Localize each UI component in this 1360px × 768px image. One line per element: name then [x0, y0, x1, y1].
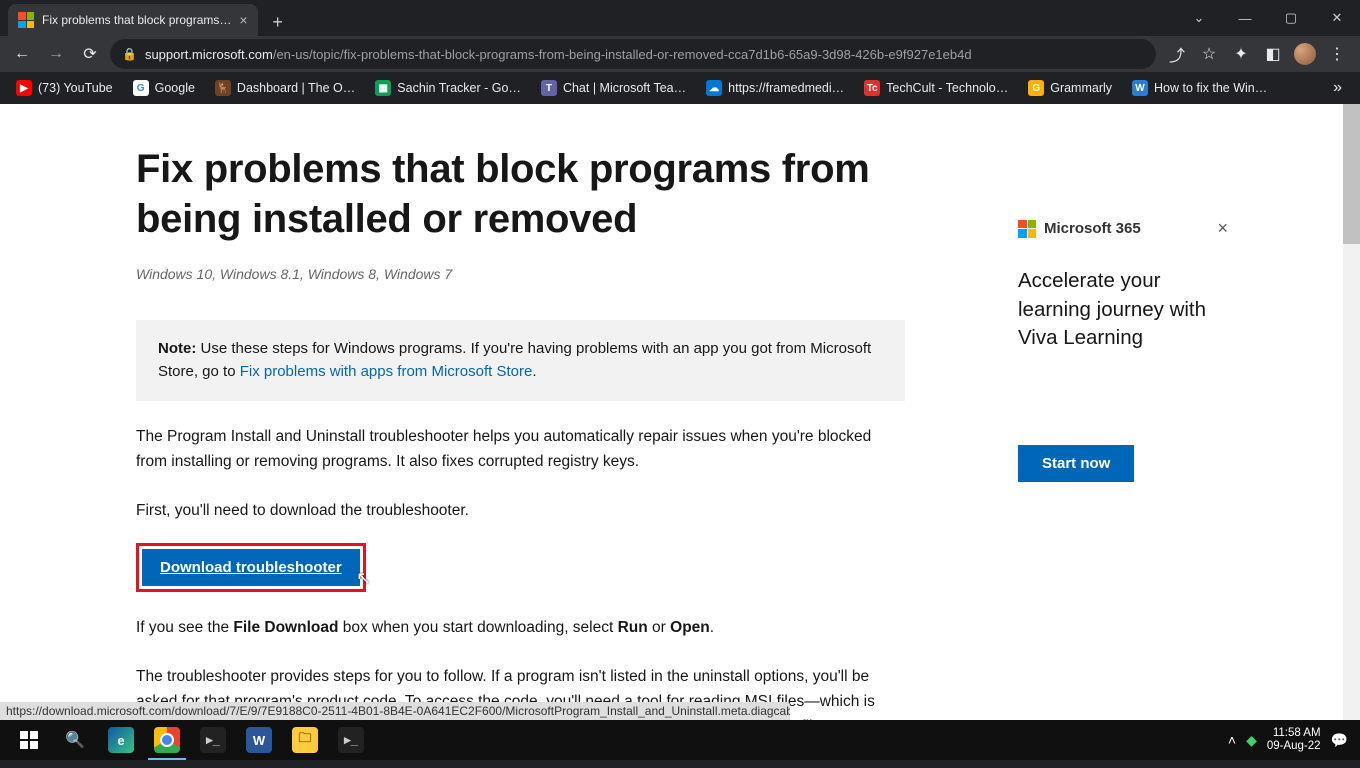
applies-to: Windows 10, Windows 8.1, Windows 8, Wind… [136, 266, 905, 282]
scrollbar-thumb[interactable] [1343, 104, 1360, 244]
extensions-icon[interactable]: ✦ [1226, 39, 1256, 69]
bookmark-item[interactable]: ▦ Sachin Tracker - Go… [367, 76, 529, 100]
edge-icon[interactable]: e [98, 720, 144, 760]
link-status: https://download.microsoft.com/download/… [0, 702, 790, 720]
bookmark-favicon: ▶ [16, 80, 32, 96]
paragraph-3: If you see the File Download box when yo… [136, 616, 905, 641]
sidepanel-icon[interactable]: ◧ [1258, 39, 1288, 69]
note-label: Note: [158, 340, 196, 357]
close-icon[interactable]: × [239, 12, 247, 28]
browser-chrome: Fix problems that block programs… × + ⌄ … [0, 0, 1360, 104]
ms-logo-icon [1018, 220, 1036, 238]
back-button[interactable]: ← [8, 40, 36, 68]
vertical-scrollbar[interactable] [1343, 104, 1360, 720]
tray-chevron-icon[interactable]: ˄ [1228, 732, 1236, 748]
tab-strip: Fix problems that block programs… × + ⌄ … [0, 0, 1360, 36]
ms-favicon [18, 12, 34, 28]
minimize-button[interactable]: — [1222, 0, 1268, 36]
bookmark-label: How to fix the Win… [1154, 81, 1267, 95]
download-button-highlight: Download troubleshooter [136, 543, 366, 592]
page-title: Fix problems that block programs from be… [136, 144, 905, 244]
clock-time: 11:58 AM [1267, 727, 1321, 740]
clock[interactable]: 11:58 AM 09-Aug-22 [1267, 727, 1321, 753]
article: Fix problems that block programs from be… [0, 104, 905, 720]
profile-avatar[interactable] [1290, 39, 1320, 69]
bookmark-favicon: G [133, 80, 149, 96]
note-link[interactable]: Fix problems with apps from Microsoft St… [240, 363, 533, 380]
tray-app-icon[interactable]: ◆ [1246, 732, 1257, 749]
notifications-icon[interactable]: 💬 [1331, 732, 1348, 749]
bookmark-star-icon[interactable]: ☆ [1194, 39, 1224, 69]
system-tray: ˄ ◆ 11:58 AM 09-Aug-22 💬 [1228, 727, 1354, 753]
bookmark-favicon: W [1132, 80, 1148, 96]
toolbar-icons: ⤴ ☆ ✦ ◧ ⋮ [1162, 39, 1352, 69]
ms365-label: Microsoft 365 [1044, 220, 1141, 237]
tab-active[interactable]: Fix problems that block programs… × [8, 4, 258, 36]
terminal-icon-1[interactable]: ▸_ [190, 720, 236, 760]
bookmark-label: Dashboard | The O… [237, 81, 355, 95]
tab-search-icon[interactable]: ⌄ [1176, 0, 1222, 36]
bookmark-label: Sachin Tracker - Go… [397, 81, 521, 95]
menu-icon[interactable]: ⋮ [1322, 39, 1352, 69]
taskbar: 🔍 e ▸_ W 🗀 ▸_ ˄ ◆ 11:58 AM 09-Aug-22 💬 [0, 720, 1360, 760]
paragraph-2: First, you'll need to download the troub… [136, 499, 905, 524]
paragraph-1: The Program Install and Uninstall troubl… [136, 425, 905, 475]
download-troubleshooter-button[interactable]: Download troubleshooter [142, 549, 360, 586]
forward-button[interactable]: → [42, 40, 70, 68]
bookmark-favicon: G [1028, 80, 1044, 96]
toolbar: ← → ⟳ 🔒 support.microsoft.com/en-us/topi… [0, 36, 1360, 72]
terminal-icon-2[interactable]: ▸_ [328, 720, 374, 760]
new-tab-button[interactable]: + [264, 8, 292, 36]
close-window-button[interactable]: ✕ [1314, 0, 1360, 36]
bookmark-label: https://framedmedi… [728, 81, 844, 95]
maximize-button[interactable]: ▢ [1268, 0, 1314, 36]
promo-card: Microsoft 365 × Accelerate your learning… [1018, 218, 1228, 482]
url-text: support.microsoft.com/en-us/topic/fix-pr… [145, 47, 972, 62]
start-now-button[interactable]: Start now [1018, 445, 1134, 482]
bookmark-item[interactable]: ▶ (73) YouTube [8, 76, 121, 100]
bookmark-label: (73) YouTube [38, 81, 113, 95]
clock-date: 09-Aug-22 [1267, 740, 1321, 753]
search-button[interactable]: 🔍 [52, 720, 98, 760]
bookmark-label: Google [155, 81, 195, 95]
window-controls: ⌄ — ▢ ✕ [1176, 0, 1360, 36]
bookmark-item[interactable]: ☁ https://framedmedi… [698, 76, 852, 100]
bookmarks-bar: ▶ (73) YouTube G Google 🦌 Dashboard | The O… ▦… [0, 72, 1360, 104]
bookmark-favicon: T [541, 80, 557, 96]
bookmark-label: Chat | Microsoft Tea… [563, 81, 686, 95]
bookmark-item[interactable]: 🦌 Dashboard | The O… [207, 76, 363, 100]
bookmark-favicon: ☁ [706, 80, 722, 96]
bookmark-label: TechCult - Technolo… [886, 81, 1008, 95]
reload-button[interactable]: ⟳ [76, 40, 104, 68]
bookmark-item[interactable]: W How to fix the Win… [1124, 76, 1275, 100]
chrome-icon[interactable] [144, 720, 190, 760]
tab-title: Fix problems that block programs… [42, 13, 231, 27]
bookmark-favicon: 🦌 [215, 80, 231, 96]
note-box: Note: Use these steps for Windows progra… [136, 320, 905, 401]
share-icon[interactable]: ⤴ [1162, 39, 1192, 69]
page-viewport: Fix problems that block programs from be… [0, 104, 1360, 720]
bookmarks-overflow-icon[interactable]: » [1323, 75, 1352, 101]
promo-close-icon[interactable]: × [1217, 218, 1228, 239]
bookmark-favicon: ▦ [375, 80, 391, 96]
bookmark-item[interactable]: G Grammarly [1020, 76, 1120, 100]
address-bar[interactable]: 🔒 support.microsoft.com/en-us/topic/fix-… [110, 39, 1156, 69]
ms365-brand: Microsoft 365 [1018, 220, 1141, 238]
bookmark-item[interactable]: G Google [125, 76, 203, 100]
bookmark-label: Grammarly [1050, 81, 1112, 95]
bookmark-item[interactable]: T Chat | Microsoft Tea… [533, 76, 694, 100]
start-button[interactable] [6, 720, 52, 760]
bookmark-favicon: Tc [864, 80, 880, 96]
bookmark-item[interactable]: Tc TechCult - Technolo… [856, 76, 1016, 100]
lock-icon: 🔒 [122, 47, 137, 61]
file-explorer-icon[interactable]: 🗀 [282, 720, 328, 760]
promo-headline: Accelerate your learning journey with Vi… [1018, 267, 1228, 353]
word-icon[interactable]: W [236, 720, 282, 760]
